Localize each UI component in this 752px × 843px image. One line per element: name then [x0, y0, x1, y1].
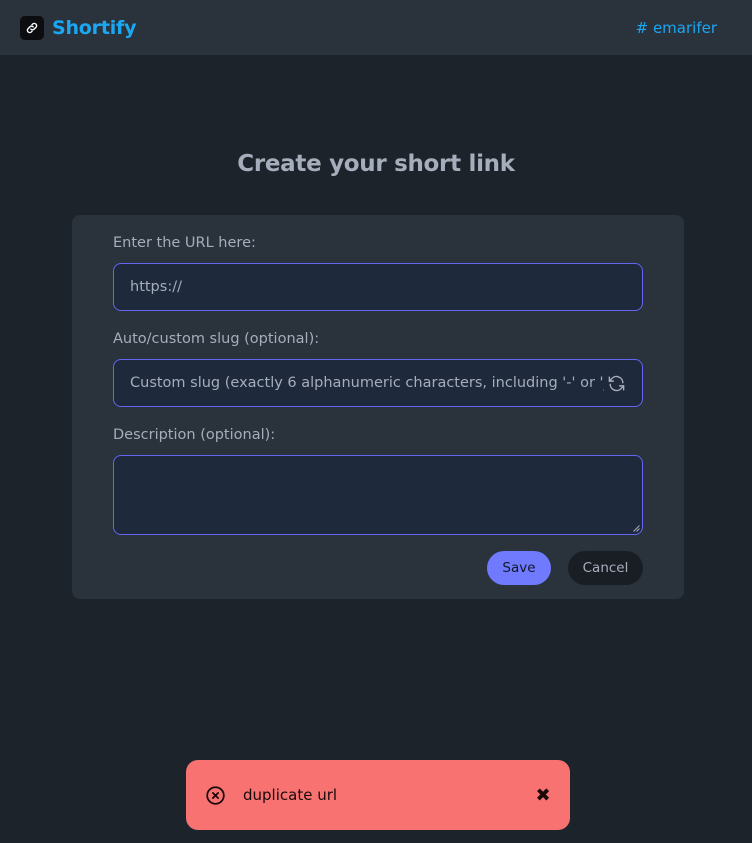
url-label: Enter the URL here: — [113, 235, 256, 251]
save-button[interactable]: Save — [487, 551, 551, 585]
create-link-form: Enter the URL here: https:// Auto/custom… — [72, 215, 684, 599]
error-toast: duplicate url ✖ — [186, 760, 570, 830]
refresh-icon[interactable] — [604, 372, 626, 394]
user-link[interactable]: # emarifer — [636, 19, 717, 37]
slug-input-placeholder: Custom slug (exactly 6 alphanumeric char… — [130, 375, 604, 391]
resize-grip-icon[interactable] — [633, 525, 640, 532]
brand-name: Shortify — [52, 16, 137, 39]
x-circle-icon — [204, 784, 226, 806]
slug-input[interactable]: Custom slug (exactly 6 alphanumeric char… — [113, 359, 643, 407]
navbar: Shortify # emarifer — [0, 0, 752, 55]
description-label: Description (optional): — [113, 427, 276, 443]
page-title: Create your short link — [237, 151, 515, 177]
url-input-value: https:// — [130, 279, 182, 295]
cancel-button[interactable]: Cancel — [568, 551, 643, 585]
slug-label: Auto/custom slug (optional): — [113, 331, 320, 347]
brand-link[interactable]: Shortify — [20, 15, 137, 40]
description-textarea[interactable] — [113, 455, 643, 535]
link-icon — [20, 15, 44, 40]
url-input[interactable]: https:// — [113, 263, 643, 311]
toast-message: duplicate url — [243, 786, 338, 804]
close-icon[interactable]: ✖ — [534, 785, 552, 806]
